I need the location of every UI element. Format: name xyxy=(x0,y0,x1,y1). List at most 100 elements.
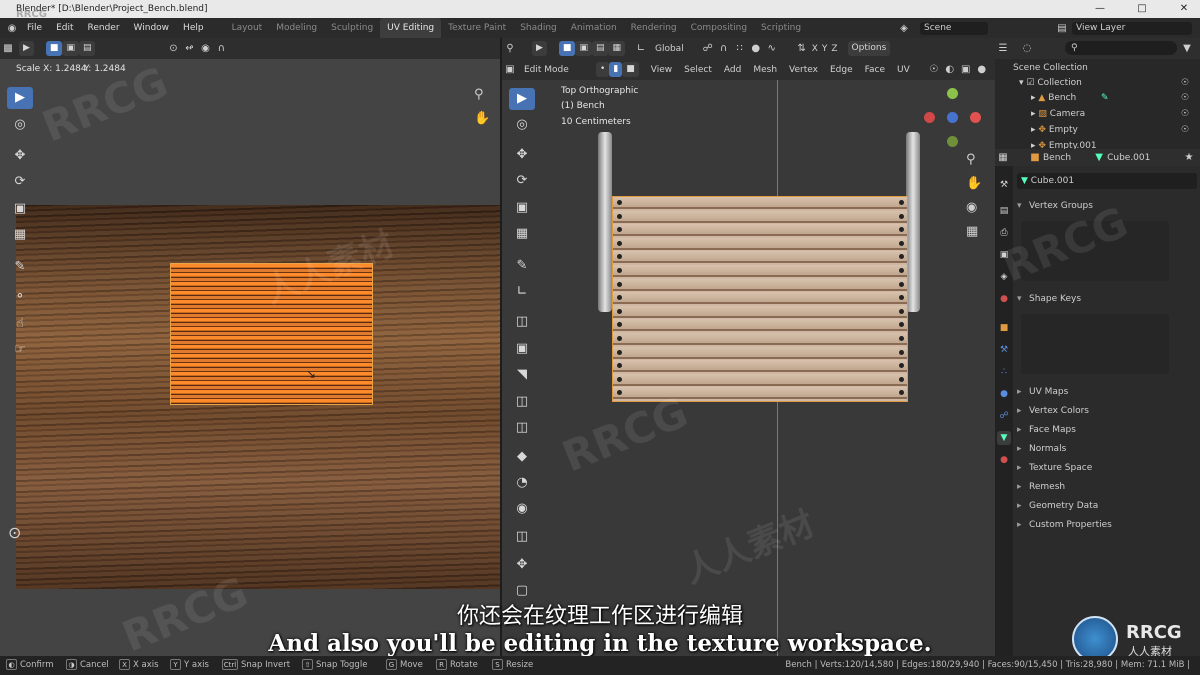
physics-tab-icon[interactable]: ● xyxy=(997,387,1011,401)
uv-editor-viewport[interactable]: Scale X: 1.2484 Y: 1.2484 ↘ ⊙ ⚲ ✋ ▶ ◎ ✥ … xyxy=(0,59,500,656)
gizmo-y-icon[interactable] xyxy=(947,112,958,123)
tool-tab-icon[interactable]: ⚒ xyxy=(997,178,1011,192)
vp-transform-tool[interactable]: ▦ xyxy=(509,223,535,245)
gizmo-neg-z-icon[interactable] xyxy=(947,136,958,147)
mode-icon[interactable]: ▣ xyxy=(502,62,518,77)
vp-select-new-icon[interactable]: ■ xyxy=(558,41,576,56)
ortho-toggle-icon[interactable]: ▦ xyxy=(966,224,978,239)
particles-tab-icon[interactable]: ∴ xyxy=(997,365,1011,379)
snap-icon[interactable]: ↫ xyxy=(181,41,197,56)
menu-window[interactable]: Window xyxy=(127,23,177,33)
tab-animation[interactable]: Animation xyxy=(564,18,624,38)
vp-select-subtract-icon[interactable]: ▤ xyxy=(591,41,609,56)
editor-type-icon[interactable]: ▩ xyxy=(0,41,16,56)
outliner-row-bench[interactable]: ▸ ▲ Bench ✎ ☉ xyxy=(995,91,1200,106)
snap-magnet-icon[interactable]: ∩ xyxy=(716,41,732,56)
section-shape-keys[interactable]: ▾ Shape Keys xyxy=(1017,291,1197,308)
section-normals[interactable]: ▸ Normals xyxy=(1017,441,1197,458)
extrude-tool[interactable]: ◫ xyxy=(509,311,535,333)
menu-edit[interactable]: Edit xyxy=(49,23,80,33)
visibility-icon[interactable]: ☉ xyxy=(926,62,942,77)
mesh-datablock-field[interactable]: ▼ Cube.001 xyxy=(1017,173,1197,189)
overlays-icon[interactable]: ◐ xyxy=(942,62,958,77)
section-remesh[interactable]: ▸ Remesh xyxy=(1017,479,1197,496)
filter-icon[interactable]: ▼ xyxy=(1179,41,1195,56)
cursor-tool[interactable]: ◎ xyxy=(7,114,33,136)
output-tab-icon[interactable]: ⎙ xyxy=(997,226,1011,240)
tab-layout[interactable]: Layout xyxy=(225,18,270,38)
select-mode-new-icon[interactable]: ■ xyxy=(45,41,63,56)
tab-compositing[interactable]: Compositing xyxy=(684,18,754,38)
section-uv-maps[interactable]: ▸ UV Maps xyxy=(1017,384,1197,401)
vp-annotate-tool[interactable]: ✎ xyxy=(509,255,535,277)
axis-z-toggle[interactable]: Z xyxy=(829,44,839,54)
eye-icon[interactable]: ☉ xyxy=(1181,107,1189,122)
xray-icon[interactable]: ▣ xyxy=(958,62,974,77)
pivot-icon[interactable]: ⊙ xyxy=(165,41,181,56)
vp-menu-mesh[interactable]: Mesh xyxy=(747,65,783,75)
pivot-point-icon[interactable]: ☍ xyxy=(700,41,716,56)
zoom-icon[interactable]: ⚲ xyxy=(474,87,484,102)
outliner-search-icon[interactable]: ⚲ xyxy=(1065,41,1177,55)
vp-select-extend-icon[interactable]: ▣ xyxy=(575,41,592,56)
vp-rotate-tool[interactable]: ⟳ xyxy=(509,170,535,192)
vp-menu-add[interactable]: Add xyxy=(718,65,747,75)
scale-tool[interactable]: ▣ xyxy=(7,198,33,220)
outliner-row-empty[interactable]: ▸ ✥ Empty ☉ xyxy=(995,123,1200,138)
face-select-icon[interactable]: ■ xyxy=(622,62,639,77)
minimize-icon[interactable]: — xyxy=(1086,0,1114,18)
shape-keys-list[interactable] xyxy=(1021,314,1169,374)
vp-move-tool[interactable]: ✥ xyxy=(509,144,535,166)
tab-scripting[interactable]: Scripting xyxy=(754,18,808,38)
constraints-tab-icon[interactable]: ☍ xyxy=(997,409,1011,423)
vp-scale-tool[interactable]: ▣ xyxy=(509,197,535,219)
menu-render[interactable]: Render xyxy=(81,23,127,33)
knife-tool[interactable]: ◫ xyxy=(509,417,535,439)
eye-icon[interactable]: ☉ xyxy=(1181,76,1189,91)
editor-type-3d-icon[interactable]: ⚲ xyxy=(502,41,518,56)
spin-tool[interactable]: ◔ xyxy=(509,472,535,494)
menu-help[interactable]: Help xyxy=(176,23,211,33)
properties-type-icon[interactable]: ▦ xyxy=(995,150,1011,165)
pinch-tool[interactable]: ☞ xyxy=(7,339,33,361)
orientation-icon[interactable]: ∟ xyxy=(633,41,649,56)
shading-icon[interactable]: ● xyxy=(974,62,990,77)
gizmo-neg-x-icon[interactable] xyxy=(924,112,935,123)
pin-icon[interactable]: ★ xyxy=(1181,150,1197,165)
bevel-tool[interactable]: ◥ xyxy=(509,364,535,386)
scene-selector[interactable]: Scene xyxy=(920,22,988,35)
close-icon[interactable]: ✕ xyxy=(1170,0,1198,18)
scene-icon[interactable]: ◈ xyxy=(896,21,912,36)
render-tab-icon[interactable]: ▤ xyxy=(997,204,1011,218)
move-tool[interactable]: ✥ xyxy=(7,145,33,167)
pan-hand-icon[interactable]: ✋ xyxy=(474,111,490,126)
modifier-tab-icon[interactable]: ⚒ xyxy=(997,343,1011,357)
snap-target-icon[interactable]: ∷ xyxy=(732,41,748,56)
vp-select-box-tool[interactable]: ▶ xyxy=(509,88,535,110)
edge-slide-tool[interactable]: ◫ xyxy=(509,526,535,548)
outliner-row-empty-001[interactable]: ▸ ✥ Empty.001 xyxy=(995,139,1200,149)
data-tab-icon[interactable]: ▼ xyxy=(997,431,1011,445)
vp-cursor-tool[interactable]: ◎ xyxy=(509,114,535,136)
vp-pan-icon[interactable]: ✋ xyxy=(966,176,982,191)
gizmo-x-icon[interactable] xyxy=(970,112,981,123)
2d-cursor-icon[interactable]: ⊙ xyxy=(8,523,21,542)
maximize-icon[interactable]: □ xyxy=(1128,0,1156,18)
select-mode-extend-icon[interactable]: ▣ xyxy=(62,41,79,56)
vp-menu-vertex[interactable]: Vertex xyxy=(783,65,824,75)
transform-tool[interactable]: ▦ xyxy=(7,224,33,246)
shrink-fatten-tool[interactable]: ✥ xyxy=(509,554,535,576)
eye-icon[interactable]: ☉ xyxy=(1181,123,1189,138)
object-tab-icon[interactable]: ■ xyxy=(997,321,1011,335)
grab-tool[interactable]: ⚬ xyxy=(7,286,33,308)
vp-menu-edge[interactable]: Edge xyxy=(824,65,859,75)
tab-shading[interactable]: Shading xyxy=(513,18,564,38)
section-vertex-colors[interactable]: ▸ Vertex Colors xyxy=(1017,403,1197,420)
section-geometry-data[interactable]: ▸ Geometry Data xyxy=(1017,498,1197,515)
outliner-row-camera[interactable]: ▸ ▨ Camera ☉ xyxy=(995,107,1200,122)
loop-cut-tool[interactable]: ◫ xyxy=(509,391,535,413)
outliner-row-scene-collection[interactable]: Scene Collection xyxy=(995,61,1200,76)
section-texture-space[interactable]: ▸ Texture Space xyxy=(1017,460,1197,477)
vp-zoom-icon[interactable]: ⚲ xyxy=(966,152,976,167)
tab-modeling[interactable]: Modeling xyxy=(269,18,324,38)
